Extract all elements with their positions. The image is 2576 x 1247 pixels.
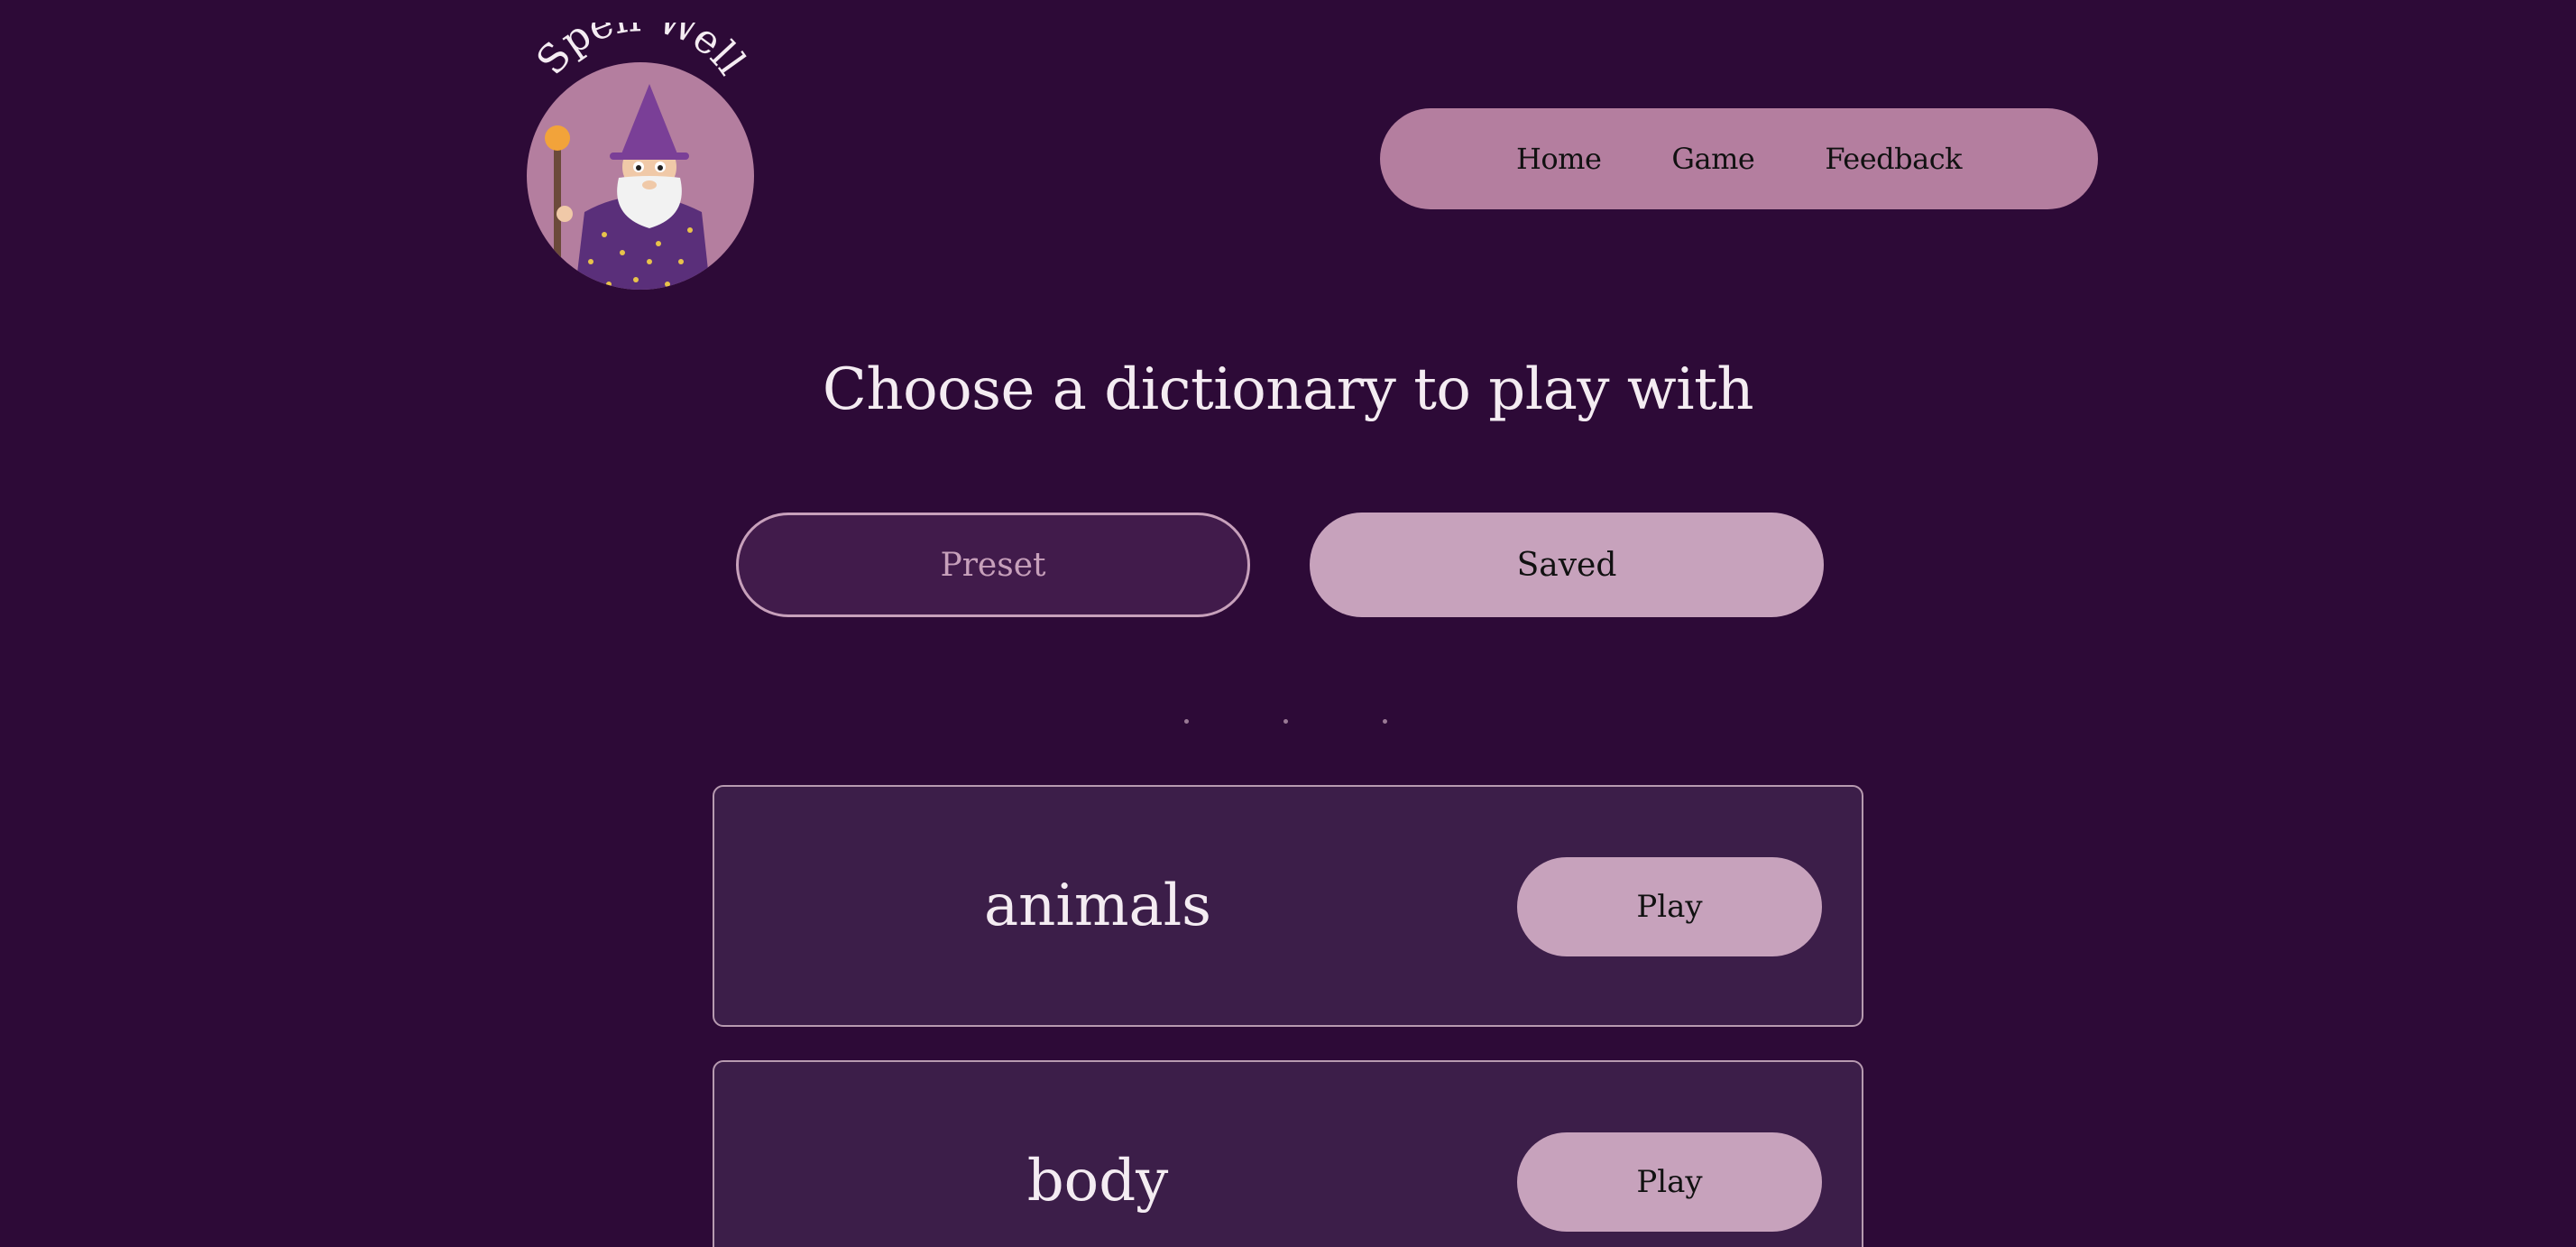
loading-dot: [1283, 719, 1288, 724]
play-button[interactable]: Play: [1517, 857, 1822, 956]
loading-dots: [1184, 719, 1392, 725]
main-nav: Home Game Feedback: [1380, 108, 2098, 209]
dictionary-card: animals Play: [713, 785, 1863, 1027]
loading-dot: [1383, 719, 1387, 724]
tab-preset[interactable]: Preset: [736, 513, 1250, 617]
spell-well-logo[interactable]: Spell Well: [523, 23, 758, 293]
nav-game-link[interactable]: Game: [1671, 142, 1754, 176]
page-title: Choose a dictionary to play with: [822, 356, 1754, 423]
page: Spell Well: [0, 0, 2576, 1247]
dictionary-name: body: [1026, 1148, 1169, 1215]
tab-saved[interactable]: Saved: [1310, 513, 1824, 617]
loading-dot: [1184, 719, 1189, 724]
wizard-icon: Spell Well: [527, 23, 754, 290]
play-button[interactable]: Play: [1517, 1132, 1822, 1232]
dictionary-card: body Play: [713, 1060, 1863, 1247]
nav-home-link[interactable]: Home: [1516, 142, 1602, 176]
nav-feedback-link[interactable]: Feedback: [1825, 142, 1962, 176]
dictionary-name: animals: [984, 873, 1211, 939]
